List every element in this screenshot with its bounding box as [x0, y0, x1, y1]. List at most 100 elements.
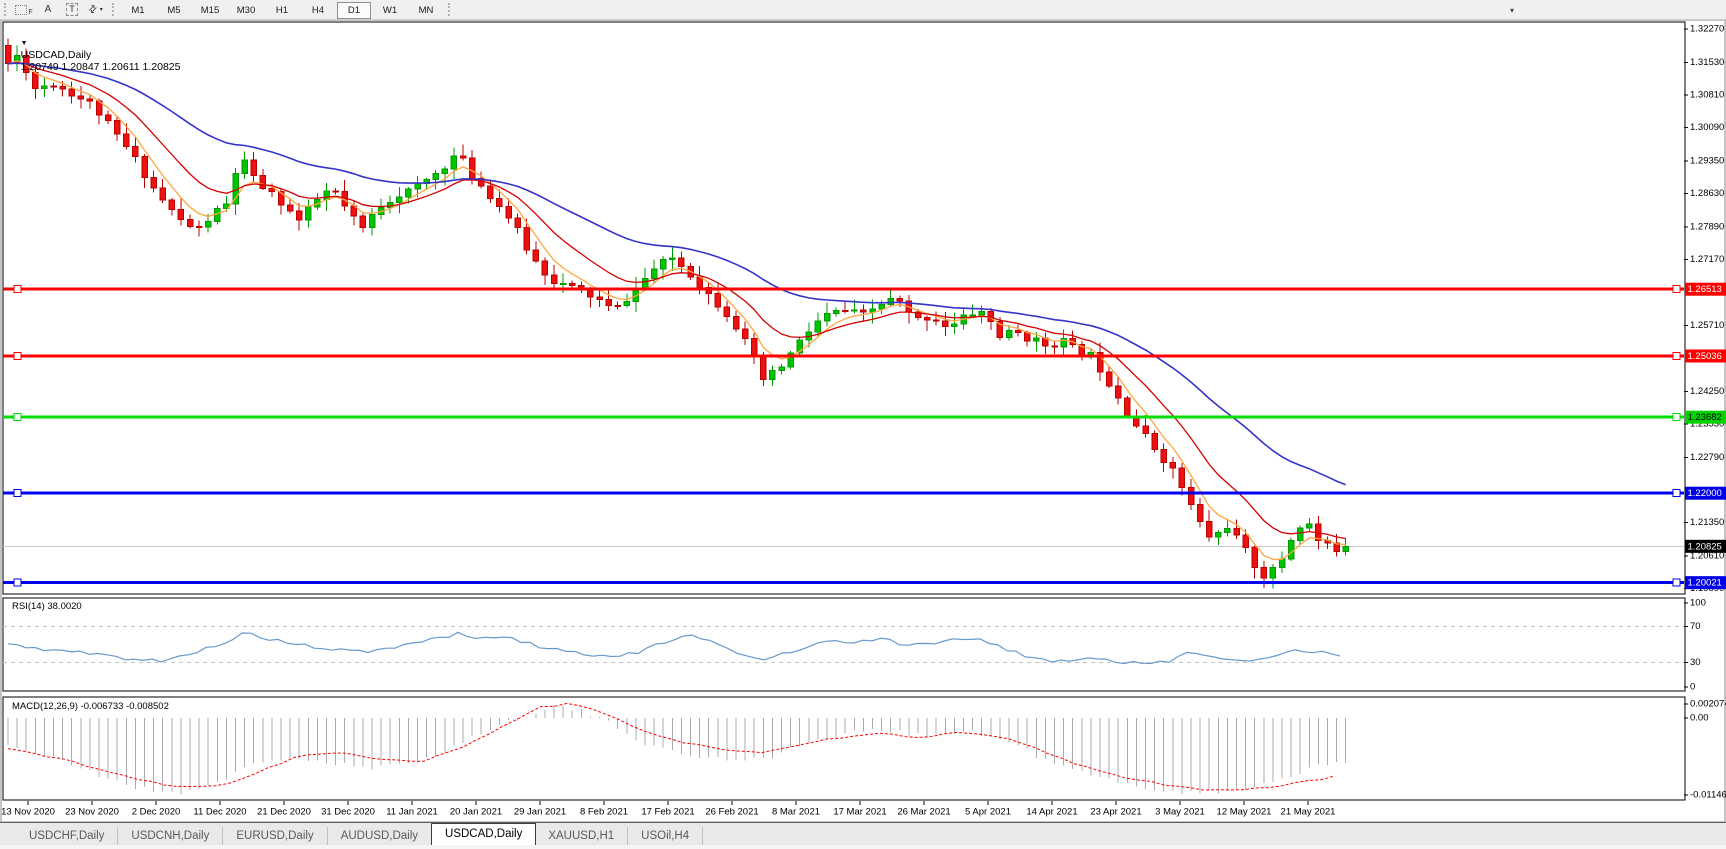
candle-body [250, 159, 257, 177]
timeframe-button-d1[interactable]: D1 [337, 2, 371, 19]
candle-body [1287, 539, 1295, 560]
candle-body [1142, 425, 1149, 434]
chart-ohlc-values: 1.20749 1.20847 1.20611 1.20825 [20, 61, 181, 73]
text-label-icon[interactable]: A [36, 1, 60, 19]
toolbar-overflow-icon[interactable]: ▾ [1510, 7, 1514, 15]
candle-body [132, 145, 139, 158]
toolbar: F A T ⇄ ▾ M1 M5 M15 M30 H1 H4 D1 W1 MN ▾ [0, 0, 1726, 20]
candle-body [104, 114, 112, 122]
grid-f-icon[interactable]: F [12, 1, 36, 19]
chart-canvas[interactable]: 1.322701.315301.308101.300901.293501.286… [0, 0, 1726, 849]
candle-body [150, 177, 157, 189]
candle-body [396, 196, 403, 204]
timeframe-button-w1[interactable]: W1 [373, 2, 407, 19]
candle-body [559, 282, 567, 285]
candle-body [823, 313, 831, 322]
candle-body [77, 95, 85, 100]
toolbar-grip[interactable] [448, 3, 450, 16]
toolbar-grip[interactable] [112, 3, 114, 16]
candle-body [159, 187, 166, 201]
candle-body [1242, 534, 1249, 548]
candle-body [59, 85, 66, 90]
candle-body [841, 309, 849, 312]
line-handle[interactable] [1672, 578, 1681, 587]
tab-usdcnh-daily[interactable]: USDCNH,Daily [118, 827, 224, 845]
candle-body [204, 220, 212, 228]
chart-symbol-label: USDCAD,Daily [20, 49, 92, 61]
candle-body [177, 208, 185, 221]
tab-xauusd-h1[interactable]: XAUUSD,H1 [535, 827, 629, 845]
line-handle[interactable] [13, 578, 22, 587]
candle-body [568, 282, 576, 287]
candle-body [1169, 462, 1177, 469]
candle-body [732, 315, 740, 330]
candle-body [496, 197, 503, 207]
candle-body [669, 257, 676, 260]
candle-body [1160, 448, 1167, 464]
toolbar-grip[interactable] [4, 3, 6, 16]
candle-body [878, 304, 885, 310]
line-handle[interactable] [13, 351, 22, 360]
candle-body [951, 323, 958, 327]
candle-body [741, 328, 749, 339]
candle-body [523, 226, 530, 251]
candle-body [832, 309, 840, 315]
line-handle[interactable] [13, 413, 22, 422]
candle-body [113, 120, 121, 135]
candle-body [1342, 545, 1349, 552]
tab-usoil-h4[interactable]: USOil,H4 [628, 827, 704, 845]
candle-body [50, 85, 57, 88]
candle-body [168, 199, 176, 210]
tab-usdchf-daily[interactable]: USDCHF,Daily [16, 827, 119, 845]
candle-body [942, 320, 949, 327]
candle-body [368, 214, 376, 229]
line-handle[interactable] [13, 489, 22, 498]
candle-body [778, 366, 785, 371]
candle-body [760, 355, 767, 380]
timeframe-button-m15[interactable]: M15 [193, 2, 227, 19]
price-badge [1685, 349, 1726, 363]
candle-body [295, 210, 303, 221]
candle-body [1151, 432, 1158, 450]
candle-body [1124, 397, 1131, 417]
line-handle[interactable] [1672, 351, 1681, 360]
collapse-triangle-icon[interactable]: ▼ [21, 40, 28, 47]
price-badge [1685, 539, 1726, 553]
candle-body [1178, 467, 1186, 488]
text-tool-icon[interactable]: T [60, 1, 84, 19]
dotted-box-icon [15, 4, 28, 15]
candle-body [1196, 503, 1204, 523]
line-handle[interactable] [13, 285, 22, 294]
candle-body [532, 249, 540, 262]
candle-body [86, 98, 94, 102]
rsi-indicator-label: RSI(14) 38.0020 [12, 601, 82, 612]
candle-body [241, 159, 248, 174]
candle-body [1033, 337, 1040, 342]
timeframe-button-m1[interactable]: M1 [121, 2, 155, 19]
timeframe-button-h1[interactable]: H1 [265, 2, 299, 19]
price-badge [1685, 282, 1726, 296]
tab-usdcad-daily[interactable]: USDCAD,Daily [431, 823, 537, 845]
tab-audusd-daily[interactable]: AUDUSD,Daily [328, 827, 433, 845]
tab-eurusd-daily[interactable]: EURUSD,Daily [223, 827, 328, 845]
line-handle[interactable] [1672, 489, 1681, 498]
chart-tab-bar: USDCHF,Daily USDCNH,Daily EURUSD,Daily AUDU… [0, 822, 1726, 845]
candle-body [614, 304, 621, 307]
price-badge [1685, 486, 1726, 500]
candle-body [1205, 521, 1213, 538]
cursor-tool-icon[interactable]: ⇄ ▾ [84, 1, 108, 19]
candle-body [1023, 332, 1031, 342]
timeframe-button-h4[interactable]: H4 [301, 2, 335, 19]
candle-body [141, 156, 148, 179]
timeframe-button-mn[interactable]: MN [409, 2, 443, 19]
candle-body [1296, 527, 1304, 541]
candle-body [641, 278, 649, 289]
timeframe-button-m30[interactable]: M30 [229, 2, 263, 19]
line-handle[interactable] [1672, 285, 1681, 294]
candle-body [659, 258, 667, 270]
timeframe-button-m5[interactable]: M5 [157, 2, 191, 19]
chart-title: ▼ USDCAD,Daily 1.20749 1.20847 1.20611 1… [9, 25, 181, 85]
candle-body [814, 320, 822, 333]
candle-body [1251, 546, 1258, 569]
line-handle[interactable] [1672, 413, 1681, 422]
